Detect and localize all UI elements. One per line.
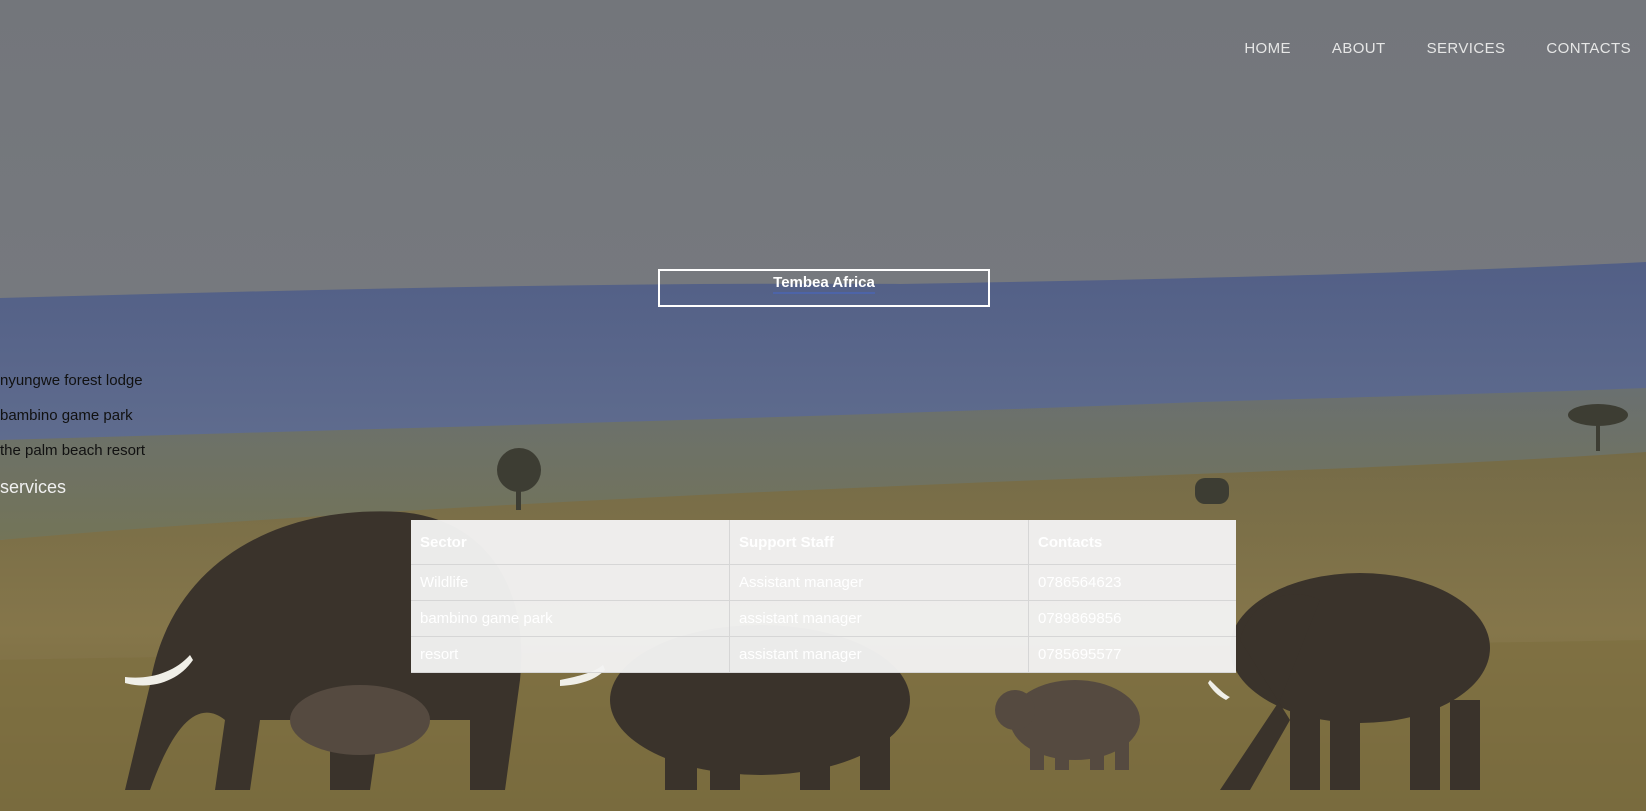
nav-services-link[interactable]: SERVICES <box>1427 40 1506 57</box>
cell-sector: resort <box>411 636 730 673</box>
cell-support-staff: assistant manager <box>729 600 1029 637</box>
side-link-palm-beach[interactable]: the palm beach resort <box>0 440 145 475</box>
table-header-row: Sector Support Staff Contacts <box>411 520 1236 565</box>
table-row: resort assistant manager 0785695577 <box>411 636 1236 673</box>
side-link-nyungwe[interactable]: nyungwe forest lodge <box>0 370 145 405</box>
side-link-bambino[interactable]: bambino game park <box>0 405 145 440</box>
column-header-support-staff: Support Staff <box>729 520 1029 565</box>
table-row: bambino game park assistant manager 0789… <box>411 600 1236 637</box>
nav-about-link[interactable]: ABOUT <box>1332 40 1386 57</box>
brand-title-link[interactable]: Tembea Africa <box>773 274 875 294</box>
hero-background-image <box>0 0 1646 811</box>
support-staff-table: Sector Support Staff Contacts Wildlife A… <box>411 520 1236 673</box>
cell-contact: 0785695577 <box>1028 636 1236 673</box>
side-link-list: nyungwe forest lodge bambino game park t… <box>0 370 145 475</box>
table-row: Wildlife Assistant manager 0786564623 <box>411 564 1236 601</box>
cell-sector: Wildlife <box>411 564 730 601</box>
cell-sector: bambino game park <box>411 600 730 637</box>
cell-contact: 0789869856 <box>1028 600 1236 637</box>
top-navigation: HOME ABOUT SERVICES CONTACTS <box>1203 40 1631 57</box>
cell-contact: 0786564623 <box>1028 564 1236 601</box>
cell-support-staff: assistant manager <box>729 636 1029 673</box>
nav-contacts-link[interactable]: CONTACTS <box>1546 40 1631 57</box>
brand-title-box: Tembea Africa <box>658 269 990 307</box>
cell-support-staff: Assistant manager <box>729 564 1029 601</box>
services-heading: services <box>0 477 67 497</box>
column-header-sector: Sector <box>411 520 730 565</box>
column-header-contacts: Contacts <box>1028 520 1236 565</box>
nav-home-link[interactable]: HOME <box>1244 40 1291 57</box>
